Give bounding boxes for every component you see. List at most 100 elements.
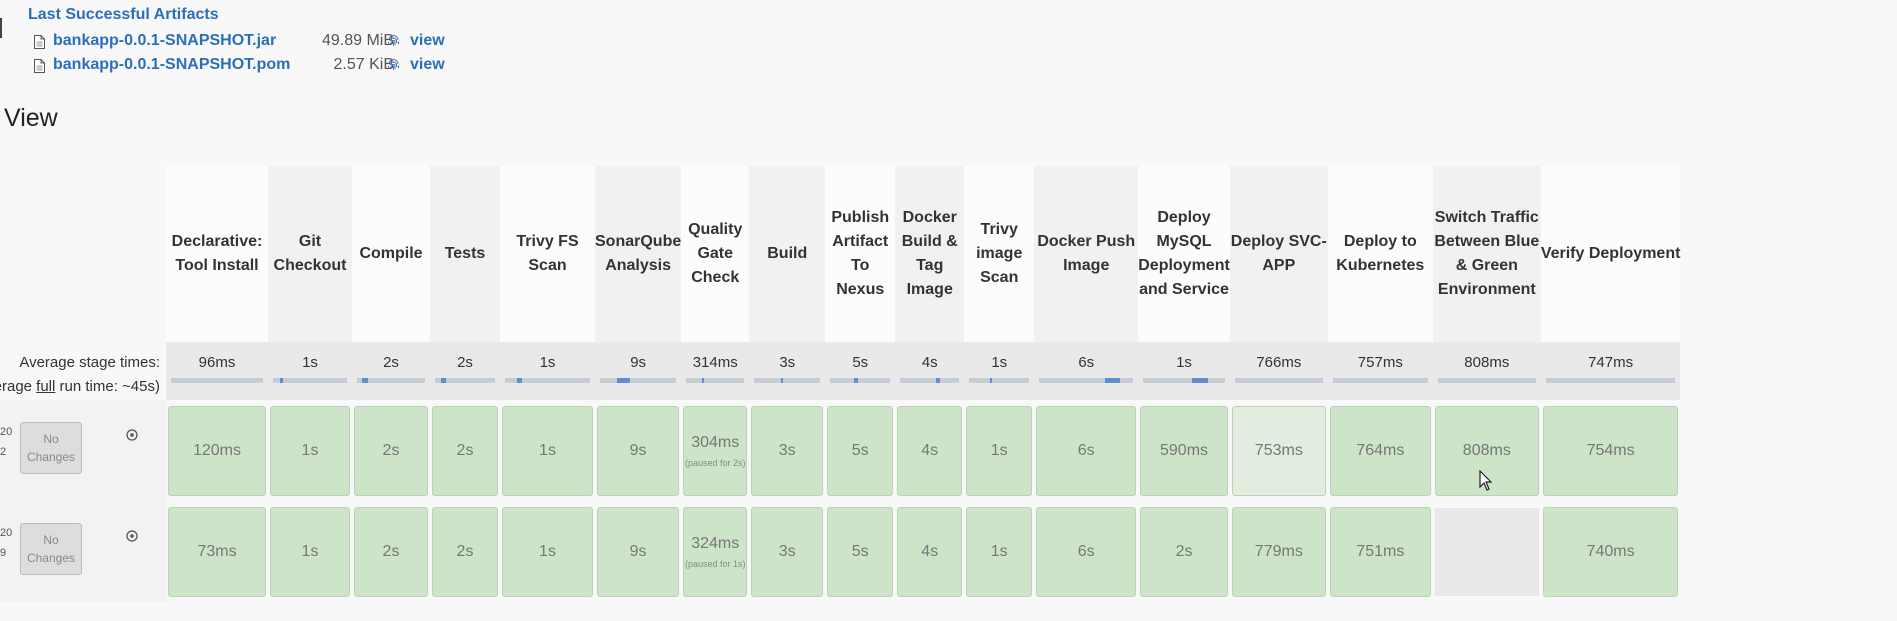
build-number-bottom[interactable]: 9 (0, 547, 6, 559)
stage-result-box[interactable]: 753ms (1231, 405, 1326, 496)
artifact-link[interactable]: bankapp-0.0.1-SNAPSHOT.jar (53, 30, 276, 52)
stage-result-box[interactable]: 1s (270, 506, 350, 597)
stage-result-cell[interactable] (1433, 501, 1541, 602)
stage-result-cell[interactable]: 3s (749, 501, 825, 602)
average-time-value: 2s (457, 354, 473, 371)
stage-result-box[interactable]: 73ms (168, 506, 266, 597)
stage-result-cell[interactable]: 740ms (1541, 501, 1681, 602)
stage-result-box[interactable]: 2s (354, 405, 428, 496)
stage-result-cell[interactable]: 324ms (paused for 1s) (681, 501, 749, 602)
stage-result-cell[interactable]: 4s (895, 400, 964, 501)
stage-result-box[interactable]: 754ms (1542, 405, 1679, 496)
stage-result-cell[interactable]: 73ms (166, 501, 268, 602)
build-number-top[interactable]: 20 (0, 527, 12, 539)
build-number-bottom[interactable]: 2 (0, 446, 6, 458)
build-run-row: 20 2 No Changes 120ms 1s 2s 2s 1s 9s 304ms (paused… (0, 400, 1680, 501)
stage-result-box[interactable]: 5s (827, 506, 894, 597)
full-run-link[interactable]: full (36, 378, 55, 395)
no-changes-badge[interactable]: No Changes (20, 523, 82, 575)
stage-result-cell[interactable]: 764ms (1328, 400, 1433, 501)
stage-result-box[interactable]: 3s (751, 506, 824, 597)
stage-result-box[interactable]: 1s (966, 405, 1033, 496)
stage-result-box[interactable]: 1s (270, 405, 350, 496)
stage-duration: 2s (456, 542, 474, 560)
stage-result-box[interactable]: 590ms (1140, 405, 1228, 496)
artifacts-title[interactable]: Last Successful Artifacts (28, 4, 219, 26)
stage-result-cell[interactable]: 753ms (1230, 400, 1328, 501)
stage-result-box[interactable]: 1s (502, 405, 593, 496)
fingerprint-icon[interactable] (386, 58, 401, 73)
stage-header: Deploy MySQL Deployment and Service (1138, 166, 1230, 342)
stage-result-cell[interactable]: 1s (268, 501, 352, 602)
stage-result-box[interactable]: 3s (751, 405, 824, 496)
stage-result-cell[interactable]: 3s (749, 400, 825, 501)
stage-result-cell[interactable]: 5s (825, 501, 895, 602)
stage-duration: 4s (921, 441, 939, 459)
stage-result-box[interactable]: 9s (597, 506, 680, 597)
average-stage-time: 6s (1034, 342, 1139, 400)
stage-result-cell[interactable]: 1s (964, 400, 1034, 501)
stage-result-cell[interactable]: 754ms (1541, 400, 1681, 501)
build-number-top[interactable]: 20 (0, 426, 12, 438)
stage-result-box[interactable]: 324ms (paused for 1s) (683, 506, 748, 597)
stage-result-box[interactable]: 740ms (1542, 506, 1679, 597)
average-stage-time: 1s (1138, 342, 1230, 400)
stage-result-box[interactable]: 6s (1036, 506, 1137, 597)
stage-header: Publish Artifact To Nexus (825, 166, 896, 342)
stage-result-cell[interactable]: 2s (430, 400, 500, 501)
stage-result-cell[interactable]: 304ms (paused for 2s) (681, 400, 749, 501)
stage-result-cell[interactable]: 4s (895, 501, 964, 602)
stage-result-box[interactable]: 120ms (168, 405, 266, 496)
stage-header: Quality Gate Check (681, 166, 750, 342)
no-changes-badge[interactable]: No Changes (20, 422, 82, 474)
stage-result-box[interactable]: 751ms (1329, 506, 1431, 597)
stage-result-box[interactable]: 304ms (paused for 2s) (683, 405, 748, 496)
stage-result-box[interactable]: 779ms (1231, 506, 1326, 597)
artifact-view-link[interactable]: view (410, 54, 445, 76)
stage-duration: 3s (778, 542, 796, 560)
stage-result-cell[interactable]: 2s (352, 501, 430, 602)
stage-result-cell[interactable]: 120ms (166, 400, 268, 501)
stage-duration: 1s (990, 441, 1008, 459)
stage-result-cell[interactable]: 751ms (1328, 501, 1433, 602)
stage-result-box[interactable]: 2s (432, 405, 498, 496)
stage-result-box[interactable]: 2s (354, 506, 428, 597)
fingerprint-icon[interactable] (386, 34, 401, 49)
build-info-icon[interactable] (126, 429, 138, 441)
stage-duration: 120ms (192, 441, 242, 459)
stage-result-cell[interactable]: 6s (1034, 400, 1138, 501)
average-time-bar (900, 378, 960, 383)
stage-result-box[interactable]: 9s (597, 405, 680, 496)
stage-result-cell[interactable]: 2s (1138, 501, 1230, 602)
stage-result-cell[interactable]: 2s (352, 400, 430, 501)
stage-result-cell[interactable]: 1s (500, 501, 595, 602)
stage-result-cell[interactable]: 779ms (1230, 501, 1328, 602)
stage-result-cell[interactable]: 1s (268, 400, 352, 501)
stage-result-box[interactable]: 1s (502, 506, 593, 597)
stage-duration: 9s (629, 441, 647, 459)
stage-result-cell[interactable]: 2s (430, 501, 500, 602)
stage-result-box[interactable]: 764ms (1329, 405, 1431, 496)
stage-result-box[interactable]: 4s (897, 405, 963, 496)
stage-result-box[interactable]: 2s (432, 506, 498, 597)
artifact-link[interactable]: bankapp-0.0.1-SNAPSHOT.pom (53, 54, 290, 76)
stage-result-cell[interactable]: 9s (595, 400, 681, 501)
stage-result-box[interactable]: 6s (1036, 405, 1137, 496)
stage-result-box[interactable]: 5s (827, 405, 894, 496)
stage-header: Trivy FS Scan (500, 166, 595, 342)
stage-result-cell[interactable]: 1s (964, 501, 1034, 602)
stage-result-box[interactable]: 1s (966, 506, 1033, 597)
average-stage-time: 757ms (1327, 342, 1433, 400)
stage-result-box[interactable]: 4s (897, 506, 963, 597)
stage-result-cell[interactable]: 5s (825, 400, 895, 501)
artifact-view-link[interactable]: view (410, 30, 445, 52)
build-info-icon[interactable] (126, 530, 138, 542)
stage-result-cell[interactable]: 9s (595, 501, 681, 602)
stage-result-box[interactable]: 2s (1140, 506, 1228, 597)
stage-duration: 1s (539, 542, 556, 560)
stage-result-cell[interactable]: 590ms (1138, 400, 1230, 501)
stage-result-cell[interactable]: 1s (500, 400, 595, 501)
average-stage-time: 808ms (1432, 342, 1541, 400)
average-stage-time: 1s (500, 342, 595, 400)
stage-result-cell[interactable]: 6s (1034, 501, 1138, 602)
